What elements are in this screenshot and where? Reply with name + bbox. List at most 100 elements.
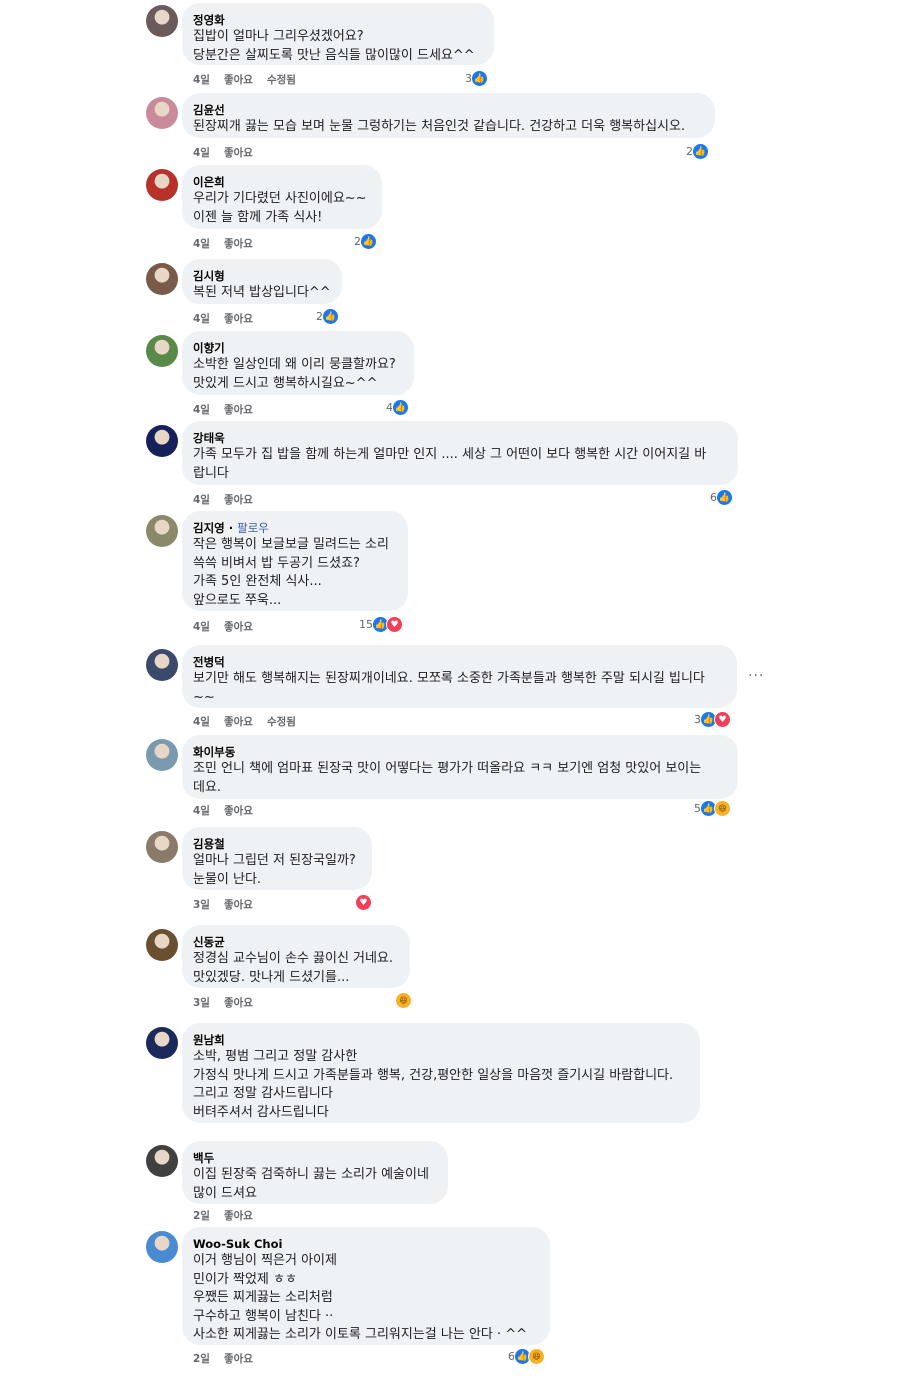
comment-bubble: 김윤선 된장찌개 끓는 모습 보며 눈물 그렁하기는 처음인것 같습니다. 건강… (182, 93, 715, 138)
comment-author[interactable]: 화이부동 (193, 744, 726, 760)
comment-author[interactable]: 원남희 (193, 1032, 688, 1048)
like-link[interactable]: 좋아요 (224, 238, 253, 250)
avatar[interactable] (146, 1145, 178, 1177)
avatar[interactable] (146, 5, 178, 37)
avatar[interactable] (146, 1027, 178, 1059)
avatar[interactable] (146, 929, 178, 961)
avatar[interactable] (146, 739, 178, 771)
comment-text: 복된 저녁 밥상입니다^^ (193, 285, 331, 300)
comment-bubble: 이향기 소박한 일상인데 왜 이리 뭉클할까요? 맛있게 드시고 행복하시길요~… (182, 331, 414, 395)
like-link[interactable]: 좋아요 (224, 1210, 253, 1222)
like-link[interactable]: 좋아요 (224, 899, 253, 911)
comment-meta: 3일 좋아요 (193, 995, 267, 1010)
comment-meta: 4일 좋아요 수정됨 (193, 72, 310, 87)
comment-time[interactable]: 2일 (193, 1210, 210, 1222)
comment-meta: 4일 좋아요 (193, 236, 267, 251)
comment-text: 맛있게 드시고 행복하시길요~^^ (193, 375, 378, 391)
comment-text: 보기만 해도 행복해지는 된장찌개이네요. 모쪼록 소중한 가족분들과 행복한 … (193, 671, 705, 686)
reaction-summary[interactable]: 5 👍 😆 (694, 800, 731, 817)
reaction-summary[interactable]: ♥ (355, 894, 372, 911)
reaction-summary[interactable]: 6 👍 (710, 489, 733, 506)
like-reaction-icon: 👍 (360, 233, 377, 250)
avatar[interactable] (146, 263, 178, 295)
reaction-summary[interactable]: 2 👍 (354, 233, 377, 250)
comment-time[interactable]: 4일 (193, 404, 210, 416)
comment-text: 가족 5인 완전체 식사... (193, 574, 322, 589)
comment-author[interactable]: 김지영 · 팔로우 (193, 520, 396, 536)
haha-reaction-icon: 😆 (395, 992, 412, 1009)
reaction-summary[interactable]: 2 👍 (316, 308, 339, 325)
like-link[interactable]: 좋아요 (224, 404, 253, 416)
comment-text: 된장찌개 끓는 모습 보며 눈물 그렁하기는 처음인것 같습니다. 건강하고 더… (193, 119, 686, 134)
like-link[interactable]: 좋아요 (224, 494, 253, 506)
comment-bubble: 김시형 복된 저녁 밥상입니다^^ (182, 259, 342, 304)
comment-author[interactable]: Woo-Suk Choi (193, 1236, 538, 1252)
comment-time[interactable]: 4일 (193, 74, 210, 86)
comment-time[interactable]: 3일 (193, 997, 210, 1009)
comment-bubble: 백두 이집 된장죽 검죽하니 끓는 소리가 예술이네 많이 드셔요 (182, 1141, 448, 1204)
comment-author[interactable]: 신동균 (193, 934, 398, 950)
comment-author[interactable]: 백두 (193, 1150, 436, 1166)
like-link[interactable]: 좋아요 (224, 74, 253, 86)
comment-meta: 4일 좋아요 (193, 145, 267, 160)
comment-text: 랍니다 (193, 465, 229, 481)
reaction-summary[interactable]: 😆 (395, 992, 412, 1009)
like-link[interactable]: 좋아요 (224, 716, 253, 728)
like-link[interactable]: 좋아요 (224, 997, 253, 1009)
comment-author[interactable]: 김시형 (193, 268, 330, 284)
comment-time[interactable]: 4일 (193, 238, 210, 250)
comment-time[interactable]: 4일 (193, 805, 210, 817)
comment-text: 사소한 찌게끓는 소리가 이토록 그리워지는걸 나는 안다 · ^^ (193, 1327, 528, 1342)
comment-time[interactable]: 4일 (193, 147, 210, 159)
like-reaction-icon: 👍 (392, 399, 409, 416)
avatar[interactable] (146, 515, 178, 547)
comment-text: 우쨌든 찌게끓는 소리처럼 (193, 1290, 333, 1305)
avatar[interactable] (146, 1231, 178, 1263)
comment-bubble: 전병덕 보기만 해도 행복해지는 된장찌개이네요. 모쪼록 소중한 가족분들과 … (182, 645, 737, 708)
avatar[interactable] (146, 831, 178, 863)
like-reaction-icon: 👍 (692, 143, 709, 160)
comment-time[interactable]: 4일 (193, 313, 210, 325)
comment-text: 가정식 맛나게 드시고 가족분들과 행복, 건강,평안한 일상을 마음껏 즐기시… (193, 1067, 674, 1083)
avatar[interactable] (146, 425, 178, 457)
avatar[interactable] (146, 335, 178, 367)
reaction-summary[interactable]: 2 👍 (686, 143, 709, 160)
reaction-summary[interactable]: 15 👍 ♥ (359, 616, 403, 633)
comment-author[interactable]: 이향기 (193, 340, 402, 356)
comment-text: 데요. (193, 779, 222, 795)
like-link[interactable]: 좋아요 (224, 313, 253, 325)
comment-author[interactable]: 이은희 (193, 174, 370, 190)
comment-author[interactable]: 정영화 (193, 12, 482, 28)
comment-author[interactable]: 강태욱 (193, 430, 726, 446)
reaction-summary[interactable]: 3 👍 (465, 70, 488, 87)
avatar[interactable] (146, 649, 178, 681)
reaction-summary[interactable]: 4 👍 (386, 399, 409, 416)
comment-text: 앞으로도 쭈욱... (193, 592, 282, 608)
comment-time[interactable]: 4일 (193, 494, 210, 506)
comment-text: 당분간은 살찌도록 맛난 음식들 많이많이 드세요^^ (193, 47, 475, 63)
comment-text: 이집 된장죽 검죽하니 끓는 소리가 예술이네 (193, 1167, 429, 1182)
follow-link[interactable]: 팔로우 (237, 521, 269, 535)
more-options-icon[interactable]: ··· (748, 668, 764, 684)
comment-time[interactable]: 3일 (193, 899, 210, 911)
love-reaction-icon: ♥ (714, 711, 731, 728)
reaction-summary[interactable]: 6 👍 😆 (508, 1348, 545, 1365)
reaction-summary[interactable]: 3 👍 ♥ (694, 711, 731, 728)
comment-time[interactable]: 2일 (193, 1353, 210, 1365)
comment-meta: 2일 좋아요 (193, 1351, 267, 1366)
comment-text: ~~ (193, 689, 215, 705)
like-link[interactable]: 좋아요 (224, 1353, 253, 1365)
comment-author[interactable]: 김윤선 (193, 102, 703, 118)
comment-time[interactable]: 4일 (193, 716, 210, 728)
author-name[interactable]: 김지영 (193, 521, 225, 535)
like-reaction-icon: 👍 (322, 308, 339, 325)
avatar[interactable] (146, 169, 178, 201)
comment-author[interactable]: 전병덕 (193, 654, 725, 670)
like-link[interactable]: 좋아요 (224, 805, 253, 817)
comment-author[interactable]: 김용철 (193, 836, 360, 852)
comment-time[interactable]: 4일 (193, 621, 210, 633)
comment-text: 가족 모두가 집 밥을 함께 하는게 얼마만 인지 .... 세상 그 어떤이 … (193, 447, 707, 462)
like-link[interactable]: 좋아요 (224, 147, 253, 159)
avatar[interactable] (146, 97, 178, 129)
like-link[interactable]: 좋아요 (224, 621, 253, 633)
